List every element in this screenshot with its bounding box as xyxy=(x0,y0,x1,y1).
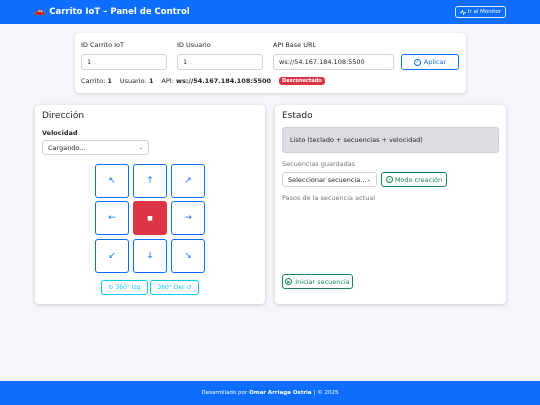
speed-value: Cargando... xyxy=(48,143,86,152)
stop-button[interactable]: ■ xyxy=(133,201,167,235)
speed-select[interactable]: Cargando... ⌄ xyxy=(42,140,149,155)
creation-mode-button[interactable]: + Modo creación xyxy=(381,172,447,187)
play-circle-icon: ▶ xyxy=(285,278,293,285)
direction-title: Dirección xyxy=(42,111,85,121)
config-panel: ID Carrito IoT 1 ID Usuario 1 API Base U… xyxy=(75,33,466,93)
rotate-right-icon: ↺ xyxy=(186,284,192,291)
chevron-down-icon: ⌄ xyxy=(138,144,143,151)
api-url-input[interactable]: ws://54.167.184.108:5500 xyxy=(273,54,394,70)
down-left-button[interactable]: ↙ xyxy=(95,239,129,273)
status-message: Listo (teclado + secuencias + velocidad) xyxy=(282,127,499,153)
rotate-left-button[interactable]: ↻ 360° Izq xyxy=(101,280,148,295)
right-button[interactable]: → xyxy=(171,201,205,235)
api-url-label: API Base URL xyxy=(273,41,317,49)
left-button[interactable]: ← xyxy=(95,201,129,235)
up-right-button[interactable]: ↗ xyxy=(171,164,205,198)
footer-copyright: | © 2025 xyxy=(313,390,339,396)
footer-prefix: Desarrollado por xyxy=(201,390,248,396)
state-title: Estado xyxy=(282,111,313,121)
status-badge: Desconectado xyxy=(279,77,325,85)
plus-circle-icon: + xyxy=(385,176,393,183)
user-id-label: ID Usuario xyxy=(177,41,211,49)
speed-label: Velocidad xyxy=(42,129,78,137)
status-api: API: ws://54.167.184.108:5500 xyxy=(161,77,272,85)
chevron-down-icon: ⌄ xyxy=(366,176,371,183)
direction-card: Dirección Velocidad Cargando... ⌄ ↖ ↑ ↗ … xyxy=(35,105,265,304)
rotate-right-label: 360° Der xyxy=(157,284,185,291)
rotate-left-label: 360° Izq xyxy=(115,284,141,291)
saved-sequences-label: Secuencias guardadas xyxy=(282,160,356,168)
app-title: Carrito IoT – Panel de Control xyxy=(49,7,190,17)
rotate-right-button[interactable]: 360° Der ↺ xyxy=(150,280,199,295)
down-right-button[interactable]: ↘ xyxy=(171,239,205,273)
steps-label: Pasos de la secuencia actual xyxy=(282,194,376,202)
start-sequence-label: Iniciar secuencia xyxy=(295,277,350,286)
car-id-label: ID Carrito IoT xyxy=(81,41,125,49)
status-car: Carrito: 1 xyxy=(81,77,112,85)
sequence-select[interactable]: Seleccionar secuencia... ⌄ xyxy=(282,172,377,187)
status-user: Usuario: 1 xyxy=(119,77,154,85)
apply-button[interactable]: ✓ Aplicar xyxy=(401,54,459,70)
footer: Desarrollado por Omar Arriaga Ostria | ©… xyxy=(0,381,540,405)
up-button[interactable]: ↑ xyxy=(133,164,167,198)
rotate-left-icon: ↻ xyxy=(108,284,114,291)
car-id-input[interactable]: 1 xyxy=(81,54,167,70)
navbar: 🚗 Carrito IoT – Panel de Control Ir al M… xyxy=(0,0,540,24)
activity-icon xyxy=(459,9,466,15)
start-sequence-button[interactable]: ▶ Iniciar secuencia xyxy=(282,274,353,289)
apply-label: Aplicar xyxy=(423,58,447,66)
sequence-select-value: Seleccionar secuencia... xyxy=(288,175,367,184)
monitor-button[interactable]: Ir al Monitor xyxy=(454,6,506,18)
monitor-label: Ir al Monitor xyxy=(467,9,501,15)
car-icon: 🚗 xyxy=(34,7,46,17)
state-card: Estado Listo (teclado + secuencias + vel… xyxy=(275,105,506,304)
creation-mode-label: Modo creación xyxy=(394,175,443,184)
footer-author: Omar Arriaga Ostria xyxy=(249,390,312,396)
connection-status: Carrito: 1 Usuario: 1 API: ws://54.167.1… xyxy=(81,77,325,85)
check-icon: ✓ xyxy=(413,58,421,66)
brand: 🚗 Carrito IoT – Panel de Control xyxy=(34,7,190,17)
down-button[interactable]: ↓ xyxy=(133,239,167,273)
user-id-input[interactable]: 1 xyxy=(177,54,263,70)
up-left-button[interactable]: ↖ xyxy=(95,164,129,198)
